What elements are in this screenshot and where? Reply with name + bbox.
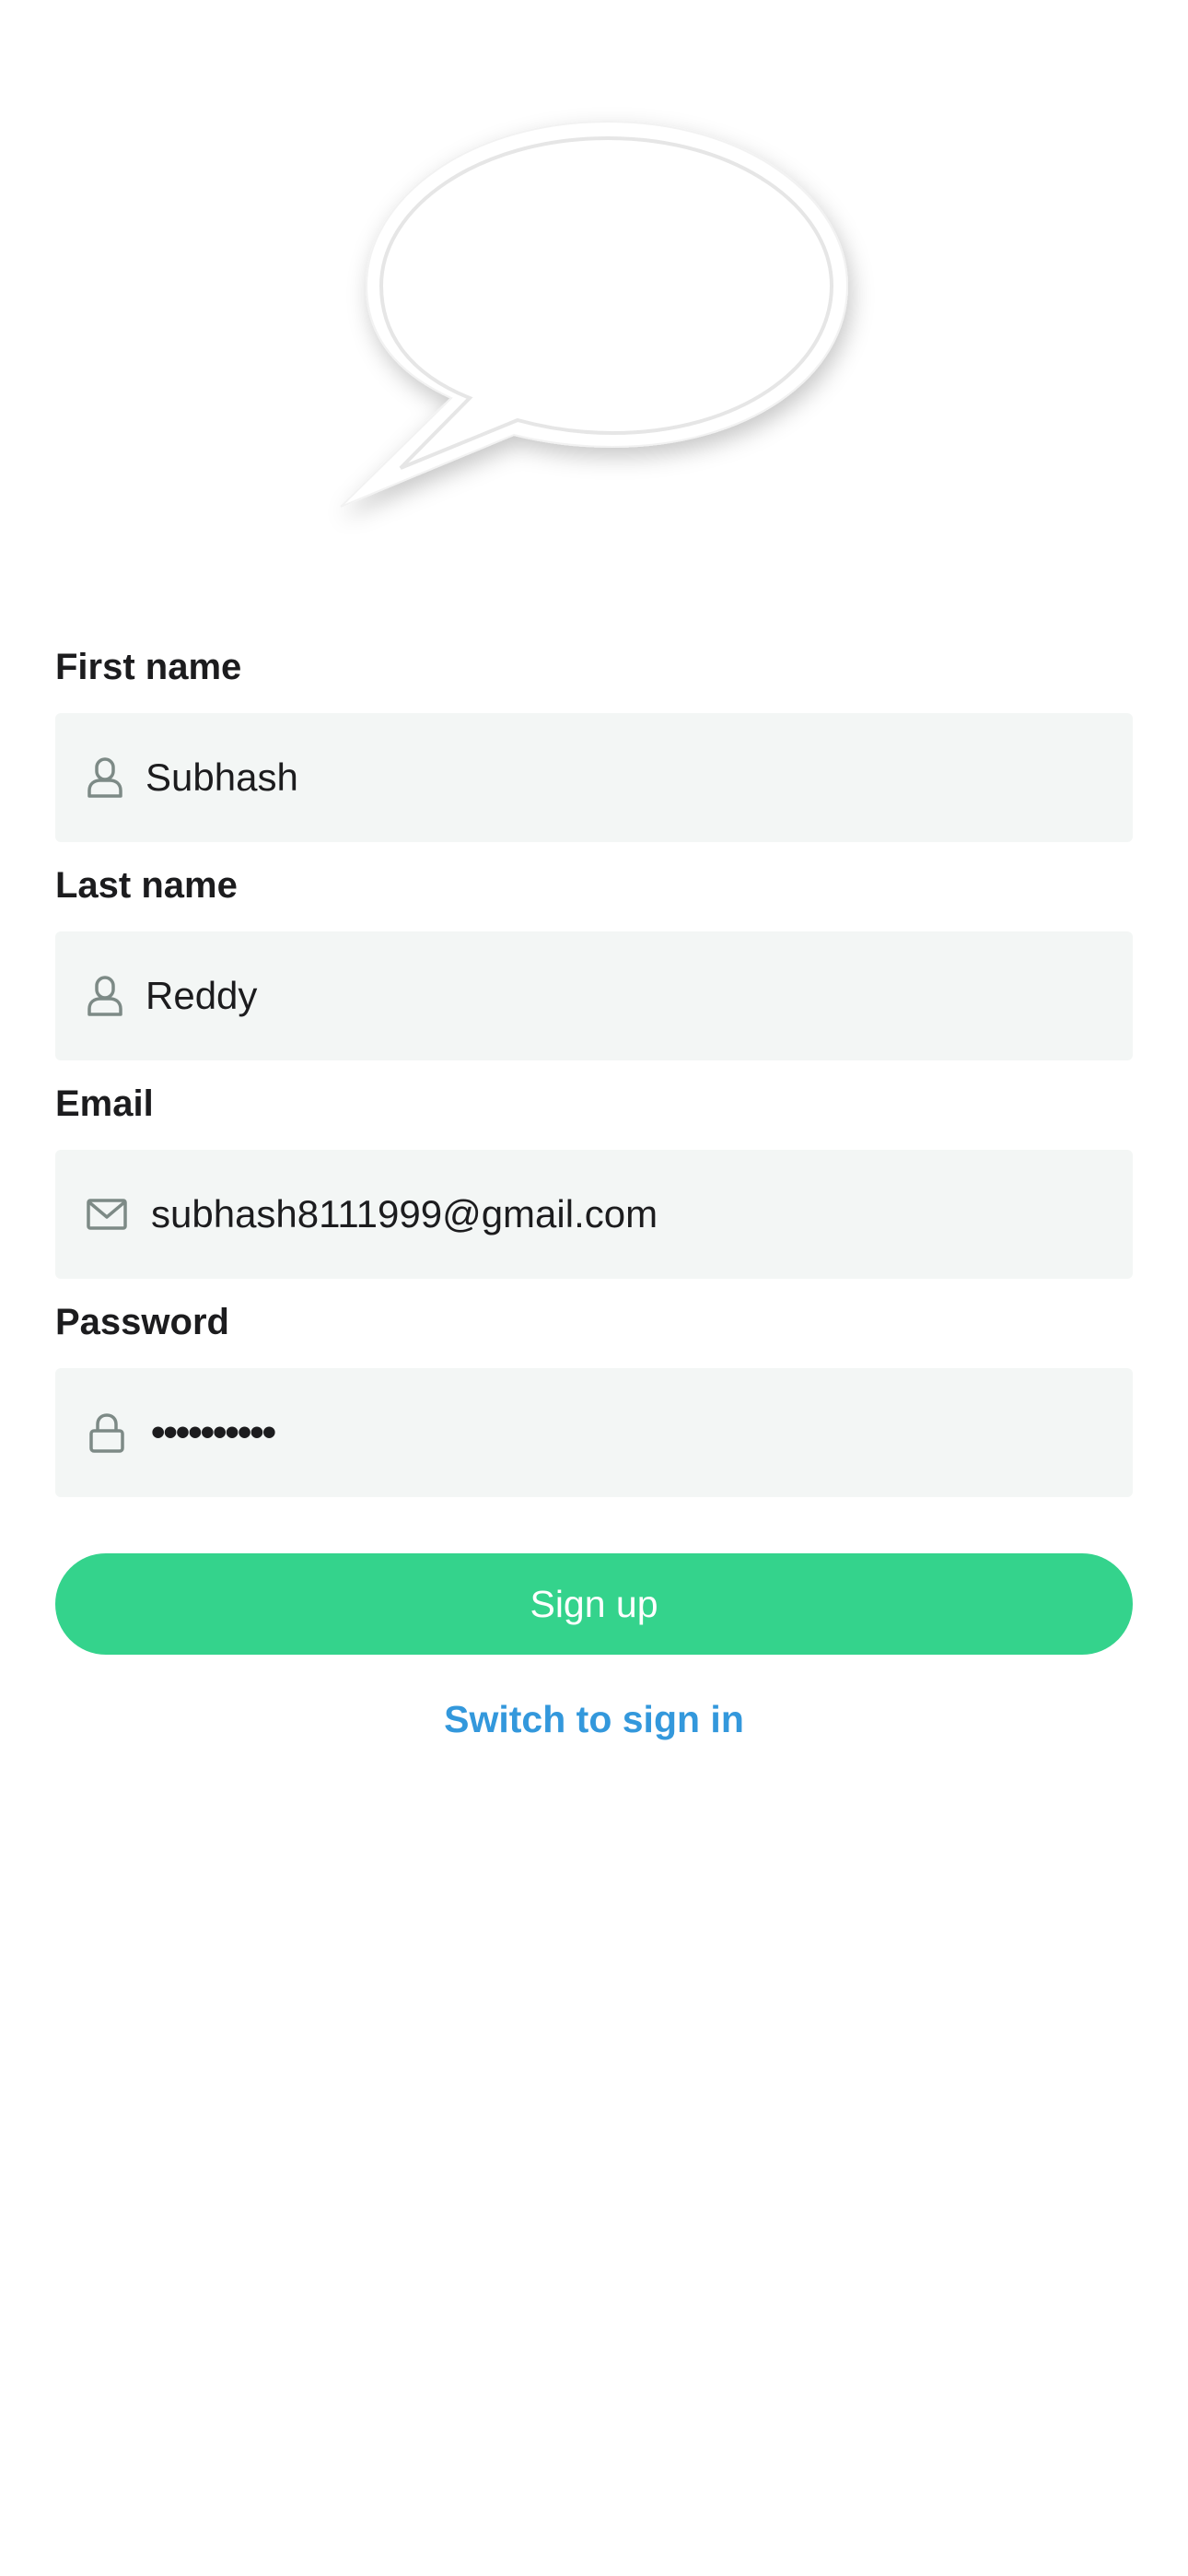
sign-up-button[interactable]: Sign up — [55, 1553, 1133, 1655]
last-name-label: Last name — [55, 865, 238, 906]
last-name-input[interactable]: Reddy — [146, 931, 257, 1060]
password-field[interactable]: •••••••••• — [55, 1368, 1133, 1497]
first-name-label: First name — [55, 647, 242, 687]
first-name-input[interactable]: Subhash — [146, 713, 298, 842]
password-input[interactable]: •••••••••• — [151, 1368, 276, 1497]
mail-icon — [85, 1192, 129, 1236]
last-name-field[interactable]: Reddy — [55, 931, 1133, 1060]
user-icon — [83, 755, 127, 800]
speech-bubble-icon — [313, 101, 875, 534]
user-icon — [83, 974, 127, 1018]
email-input[interactable]: subhash8111999@gmail.com — [151, 1150, 658, 1279]
lock-icon — [85, 1411, 129, 1455]
password-label: Password — [55, 1302, 229, 1342]
signup-screen: First name Subhash Last name Reddy Email — [0, 0, 1188, 2576]
email-field[interactable]: subhash8111999@gmail.com — [55, 1150, 1133, 1279]
first-name-field[interactable]: Subhash — [55, 713, 1133, 842]
email-label: Email — [55, 1083, 154, 1124]
switch-to-sign-in-link[interactable]: Switch to sign in — [0, 1693, 1188, 1745]
